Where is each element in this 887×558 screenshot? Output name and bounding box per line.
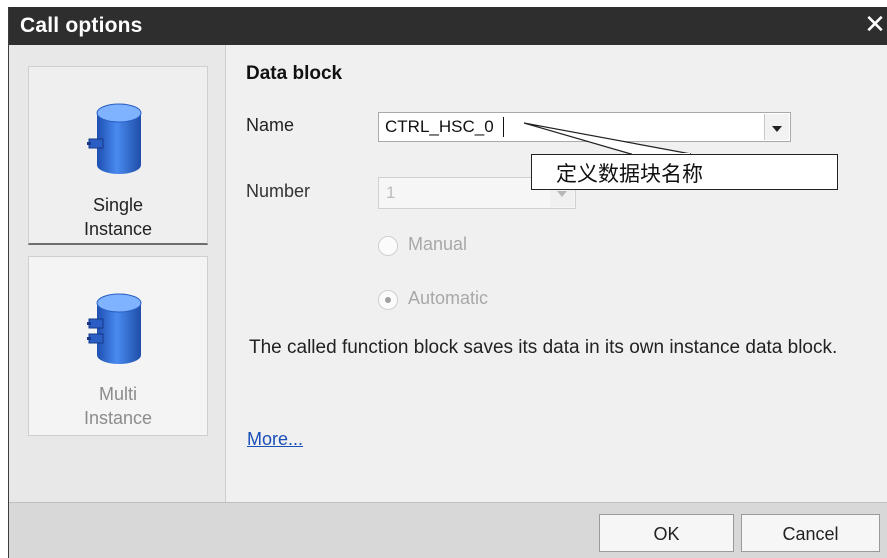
- call-options-dialog: Call options ✕ Single Instance Multi Ins…: [8, 7, 887, 558]
- annotation-callout: 定义数据块名称: [531, 154, 838, 190]
- radio-manual-label: Manual: [408, 234, 468, 254]
- annotation-text: 定义数据块名称: [556, 162, 703, 186]
- multi-instance-tile[interactable]: Multi Instance: [28, 256, 208, 436]
- radio-manual[interactable]: [378, 236, 398, 256]
- dialog-title: Call options: [20, 14, 143, 37]
- multi-instance-label: Multi Instance: [83, 384, 153, 428]
- description-text: The called function block saves its data…: [249, 337, 838, 358]
- radio-automatic-label: Automatic: [408, 288, 489, 308]
- single-instance-label: Single Instance: [83, 195, 153, 239]
- cancel-button[interactable]: Cancel: [741, 514, 880, 552]
- title-bar: Call options ✕: [9, 7, 887, 45]
- ok-button[interactable]: OK: [599, 514, 734, 552]
- instance-type-panel: Single Instance Multi Instance: [9, 45, 226, 502]
- more-link[interactable]: More...: [247, 429, 303, 450]
- close-icon[interactable]: ✕: [864, 11, 886, 39]
- dialog-footer: OK Cancel: [9, 502, 887, 558]
- radio-automatic[interactable]: [378, 290, 398, 310]
- database-single-icon: [87, 103, 142, 174]
- single-instance-tile[interactable]: Single Instance: [28, 66, 208, 245]
- database-multi-icon: [87, 293, 142, 364]
- data-block-panel: Data block Name CTRL_HSC_0 Number 1 Manu…: [226, 45, 887, 502]
